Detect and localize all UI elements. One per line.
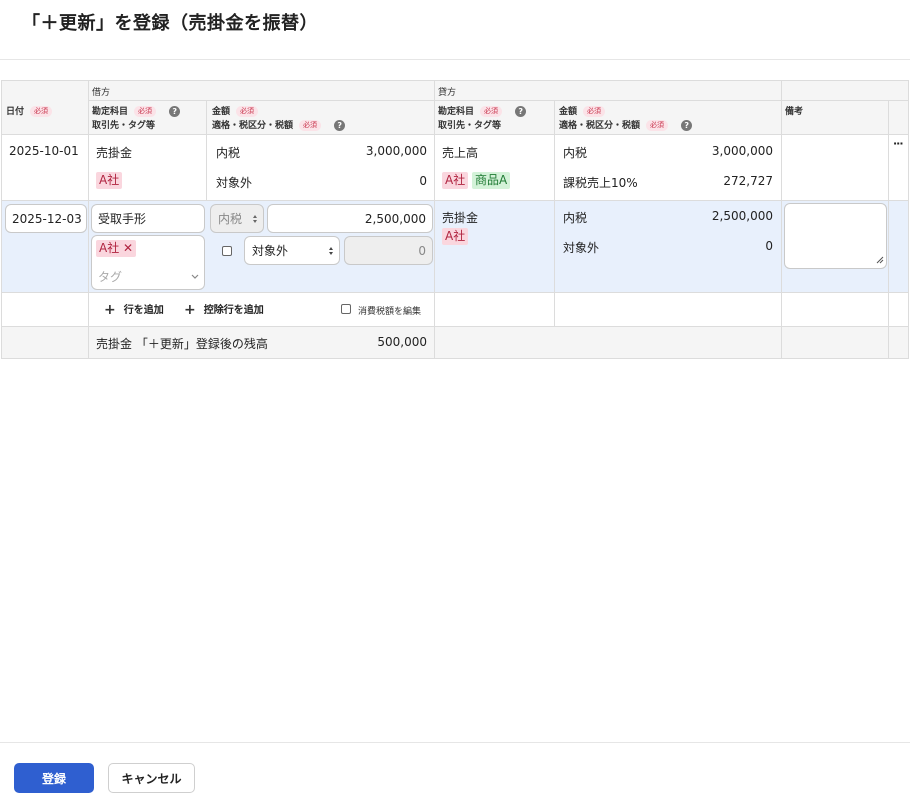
row2-debit-tax-type-select[interactable]: 内税 <box>210 204 264 233</box>
help-icon[interactable]: ? <box>334 120 346 131</box>
select-arrow-icon <box>252 205 258 232</box>
plus-icon: + <box>184 302 196 318</box>
row1-debit-tag: A社 <box>96 172 123 189</box>
row1-debit-tax-class: 対象外 <box>216 176 253 190</box>
date-header-label: 日付 <box>6 107 25 117</box>
row-menu-icon[interactable]: ··· <box>893 137 904 150</box>
chevron-down-icon[interactable] <box>190 270 200 284</box>
help-icon[interactable]: ? <box>169 106 181 117</box>
cancel-button[interactable]: キャンセル <box>108 763 195 793</box>
row1-date: 2025-10-01 <box>9 144 79 158</box>
row1-debit-tax-type: 内税 <box>216 146 241 160</box>
credit-account-header-label: 勘定科目 <box>438 107 475 117</box>
row2-credit-tag: A社 <box>442 228 469 245</box>
credit-amount-header: 金額 必須 <box>559 104 606 117</box>
add-deduction-row-button[interactable]: + 控除行を追加 <box>184 301 264 318</box>
row1-debit-tax-amount: 0 <box>419 174 427 188</box>
row1-credit-account: 売上高 <box>442 146 479 160</box>
row2-credit-tax-class: 対象外 <box>563 241 600 255</box>
credit-group-header: 貸方 <box>438 88 457 98</box>
row1-debit-account: 売掛金 <box>96 146 133 160</box>
row1-credit-tag-1: A社 <box>442 172 469 189</box>
row1-credit-tax-type: 内税 <box>563 146 588 160</box>
required-badge: 必須 <box>480 106 503 117</box>
row2-credit-account: 売掛金 <box>442 211 479 225</box>
row1-credit-tax-amount: 272,727 <box>723 174 773 188</box>
row2-debit-tax-class-select[interactable]: 対象外 <box>244 236 340 265</box>
date-column-header: 日付 必須 <box>6 104 53 117</box>
edit-tax-label: 消費税額を編集 <box>358 307 422 317</box>
tag-remove-icon[interactable]: ✕ <box>123 241 133 255</box>
row1-credit-tag-2: 商品A <box>472 172 511 189</box>
row2-debit-account-input[interactable]: 受取手形 <box>91 204 205 233</box>
add-deduction-row-label: 控除行を追加 <box>203 305 264 316</box>
required-badge: 必須 <box>299 120 322 131</box>
row2-debit-tax-type-value: 内税 <box>218 212 243 226</box>
row2-debit-tax-class-value: 対象外 <box>252 244 289 258</box>
debit-amount-header: 金額 必須 <box>212 104 259 117</box>
journal-table: 借方 貸方 日付 必須 勘定科目 必須 ? 取引先・タグ等 金額 必須 適格・税区分・… <box>1 80 909 359</box>
debit-account-header: 勘定科目 必須 ? <box>92 104 181 117</box>
debit-tax-header-label: 適格・税区分・税額 <box>212 121 294 131</box>
title-divider <box>0 59 910 60</box>
row2-debit-tax-amount-input[interactable]: 0 <box>344 236 433 265</box>
memo-column-header: 備考 <box>785 107 804 117</box>
credit-partner-tag-header: 取引先・タグ等 <box>438 121 502 131</box>
row2-credit-tax-amount: 0 <box>765 239 773 253</box>
debit-account-header-label: 勘定科目 <box>92 107 129 117</box>
plus-icon: + <box>104 302 116 318</box>
row2-credit-amount: 2,500,000 <box>711 209 773 223</box>
resize-handle-icon[interactable] <box>876 253 884 267</box>
credit-account-header: 勘定科目 必須 ? <box>438 104 527 117</box>
required-badge: 必須 <box>236 106 259 117</box>
row2-debit-tag: A社 ✕ <box>96 240 137 257</box>
row1-credit-amount: 3,000,000 <box>711 144 773 158</box>
footer-divider <box>0 742 910 743</box>
debit-group-header: 借方 <box>92 88 111 98</box>
debit-amount-header-label: 金額 <box>212 107 231 117</box>
required-badge: 必須 <box>134 106 157 117</box>
debit-partner-tag-header: 取引先・タグ等 <box>92 121 156 131</box>
credit-tax-header: 適格・税区分・税額 必須 ? <box>559 118 693 131</box>
row2-debit-amount-input[interactable]: 2,500,000 <box>267 204 433 233</box>
credit-tax-header-label: 適格・税区分・税額 <box>559 121 641 131</box>
row2-date-input[interactable]: 2025-12-03 <box>5 204 87 233</box>
row2-debit-tax-amount-value: 0 <box>418 243 426 258</box>
required-badge: 必須 <box>646 120 669 131</box>
select-arrow-icon <box>328 237 334 264</box>
edit-tax-checkbox[interactable] <box>341 304 351 314</box>
row2-date-value: 2025-12-03 <box>12 211 82 226</box>
row1-credit-tax-class: 課税売上10% <box>563 176 638 190</box>
balance-value: 500,000 <box>377 335 427 349</box>
row2-credit-tax-type: 内税 <box>563 211 588 225</box>
row2-debit-qualified-checkbox[interactable] <box>222 246 232 256</box>
row2-debit-tag-label: A社 <box>99 241 120 255</box>
row2-debit-amount-value: 2,500,000 <box>364 211 426 226</box>
credit-amount-header-label: 金額 <box>559 107 578 117</box>
help-icon[interactable]: ? <box>681 120 693 131</box>
tag-placeholder: タグ <box>98 270 123 284</box>
debit-tax-header: 適格・税区分・税額 必須 ? <box>212 118 346 131</box>
row2-debit-account-value: 受取手形 <box>98 212 147 226</box>
required-badge: 必須 <box>30 106 53 117</box>
submit-button[interactable]: 登録 <box>14 763 94 793</box>
required-badge: 必須 <box>583 106 606 117</box>
help-icon[interactable]: ? <box>515 106 527 117</box>
page-title: 「＋更新」を登録（売掛金を振替） <box>22 13 318 34</box>
add-row-label: 行を追加 <box>123 305 164 316</box>
row2-debit-tag-input[interactable]: A社 ✕ タグ <box>91 235 205 290</box>
row2-memo-textarea[interactable] <box>784 203 887 269</box>
row1-debit-amount: 3,000,000 <box>365 144 427 158</box>
balance-label: 売掛金 「＋更新」登録後の残高 <box>96 337 268 351</box>
add-row-button[interactable]: + 行を追加 <box>104 301 164 318</box>
